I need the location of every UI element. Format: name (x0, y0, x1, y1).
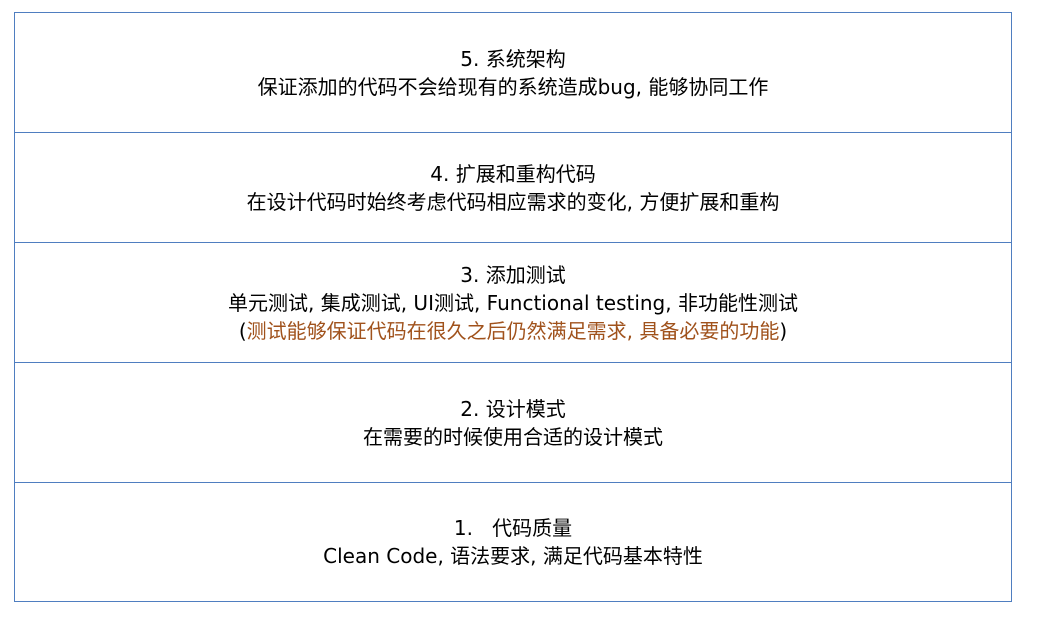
layer-title: 2. 设计模式 (460, 396, 566, 421)
layer-title: 5. 系统架构 (460, 46, 566, 71)
layer-note: (测试能够保证代码在很久之后仍然满足需求, 具备必要的功能) (239, 317, 787, 345)
layer-description: 保证添加的代码不会给现有的系统造成bug, 能够协同工作 (257, 74, 769, 99)
layer-description: 在需要的时候使用合适的设计模式 (363, 424, 663, 449)
layer-description: 在设计代码时始终考虑代码相应需求的变化, 方便扩展和重构 (246, 189, 780, 214)
layer-system-architecture: 5. 系统架构 保证添加的代码不会给现有的系统造成bug, 能够协同工作 (15, 13, 1011, 133)
layer-description: Clean Code, 语法要求, 满足代码基本特性 (323, 544, 703, 568)
note-text: 测试能够保证代码在很久之后仍然满足需求, 具备必要的功能 (246, 318, 780, 343)
note-close-paren: ) (779, 318, 788, 343)
layer-title: 3. 添加测试 (460, 262, 566, 287)
layer-title: 4. 扩展和重构代码 (430, 161, 596, 186)
layer-title: 1. 代码质量 (453, 516, 573, 540)
layer-stack: 5. 系统架构 保证添加的代码不会给现有的系统造成bug, 能够协同工作 4. … (14, 12, 1012, 602)
layer-design-patterns: 2. 设计模式 在需要的时候使用合适的设计模式 (15, 363, 1011, 483)
layer-add-tests: 3. 添加测试 单元测试, 集成测试, UI测试, Functional tes… (15, 243, 1011, 363)
layer-extend-refactor: 4. 扩展和重构代码 在设计代码时始终考虑代码相应需求的变化, 方便扩展和重构 (15, 133, 1011, 243)
layer-code-quality: 1. 代码质量 Clean Code, 语法要求, 满足代码基本特性 (15, 483, 1011, 601)
layer-description: 单元测试, 集成测试, UI测试, Functional testing, 非功… (228, 290, 798, 315)
note-open-paren: ( (238, 318, 247, 343)
